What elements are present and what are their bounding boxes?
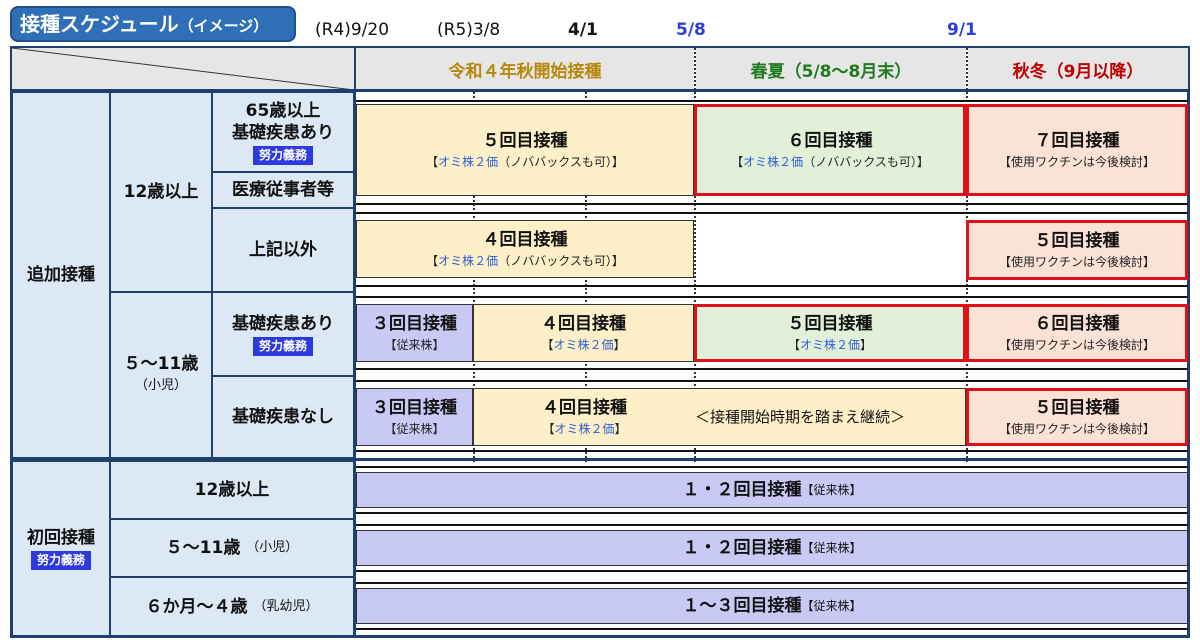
date-label-0508: 5/8 <box>676 20 706 40</box>
group-age12-plus: 12歳以上 <box>110 92 212 292</box>
group-medical-workers: 医療従事者等 <box>212 172 354 208</box>
header-autumn-winter: 秋冬（9月以降） <box>968 48 1188 90</box>
bar-dose4-kid: ４回目接種 【オミ株２価】 <box>473 304 694 362</box>
header-corner-cell <box>11 47 355 91</box>
group-kid-no-underlying: 基礎疾患なし <box>212 376 354 458</box>
group-primary-12: 12歳以上 <box>110 461 354 519</box>
group-elder-underlying: 65歳以上 基礎疾患あり 努力義務 <box>212 92 354 172</box>
bar-dose3-kid-nound: ３回目接種 【従来株】 <box>356 388 473 446</box>
group-primary-6m-4: ６か月～４歳 （乳幼児） <box>110 577 354 636</box>
track-line <box>356 512 1188 514</box>
track-line <box>356 285 1188 287</box>
bar-dose6-spring: ６回目接種 【オミ株２価（ノババックスも可）】 <box>694 104 966 196</box>
empty-slot <box>696 214 964 284</box>
bar-dose7-autumn: ７回目接種 【使用ワクチンは今後検討】 <box>966 104 1188 196</box>
bar-dose6-kid-autumn: ６回目接種 【使用ワクチンは今後検討】 <box>966 304 1188 362</box>
date-label-r4-0920: (R4)9/20 <box>315 20 390 40</box>
date-label-0901: 9/1 <box>947 20 977 40</box>
track-line <box>356 203 1188 205</box>
page-title: 接種スケジュール（イメージ） <box>10 6 296 42</box>
bar-dose5-autumn-others: ５回目接種 【使用ワクチンは今後検討】 <box>966 220 1188 280</box>
group-primary-5-11: ５～11歳 （小児） <box>110 519 354 577</box>
bar-dose5-r4: ５回目接種 【オミ株２価（ノババックスも可）】 <box>356 104 694 196</box>
bar-dose4-r4: ４回目接種 【オミ株２価（ノババックスも可）】 <box>356 220 694 278</box>
track-line <box>356 296 1188 298</box>
bar-primary-12: １・２回目接種 【従来株】 <box>356 472 1188 508</box>
track-line <box>356 582 1188 584</box>
header-r4-autumn: 令和４年秋開始接種 <box>356 48 694 90</box>
track-line <box>356 466 1188 468</box>
bar-dose4-kid-continue: ４回目接種 【オミ株２価】 ＜接種開始時期を踏まえ継続＞ <box>473 388 966 446</box>
group-others: 上記以外 <box>212 208 354 292</box>
header-spring-summer: 春夏（5/8～8月末） <box>696 48 966 90</box>
group-kid-underlying: 基礎疾患あり 努力義務 <box>212 292 354 376</box>
group-age5-11: ５～11歳 （小児） <box>110 292 212 458</box>
continue-note: ＜接種開始時期を踏まえ継続＞ <box>695 408 906 426</box>
group-booster: 追加接種 <box>12 92 110 458</box>
effort-badge: 努力義務 <box>252 336 313 356</box>
track-line <box>356 380 1188 382</box>
track-line <box>356 100 1188 102</box>
group-primary: 初回接種 努力義務 <box>12 461 110 636</box>
track-line <box>356 628 1188 630</box>
track-line <box>356 368 1188 370</box>
track-line <box>356 524 1188 526</box>
bar-dose3-kid: ３回目接種 【従来株】 <box>356 304 473 362</box>
bar-dose5-kid-autumn: ５回目接種 【使用ワクチンは今後検討】 <box>966 388 1188 446</box>
effort-badge: 努力義務 <box>252 145 313 165</box>
bar-primary-5-11: １・２回目接種 【従来株】 <box>356 530 1188 566</box>
effort-badge: 努力義務 <box>30 551 91 570</box>
date-label-r5-0308: (R5)3/8 <box>437 20 501 40</box>
bar-primary-6m-4: １～３回目接種 【従来株】 <box>356 588 1188 624</box>
bar-dose5-kid-spring: ５回目接種 【オミ株２価】 <box>694 304 966 362</box>
track-line <box>356 570 1188 572</box>
track-line <box>356 450 1188 452</box>
diagonal-line <box>11 47 355 91</box>
date-label-0401: 4/1 <box>568 20 598 40</box>
